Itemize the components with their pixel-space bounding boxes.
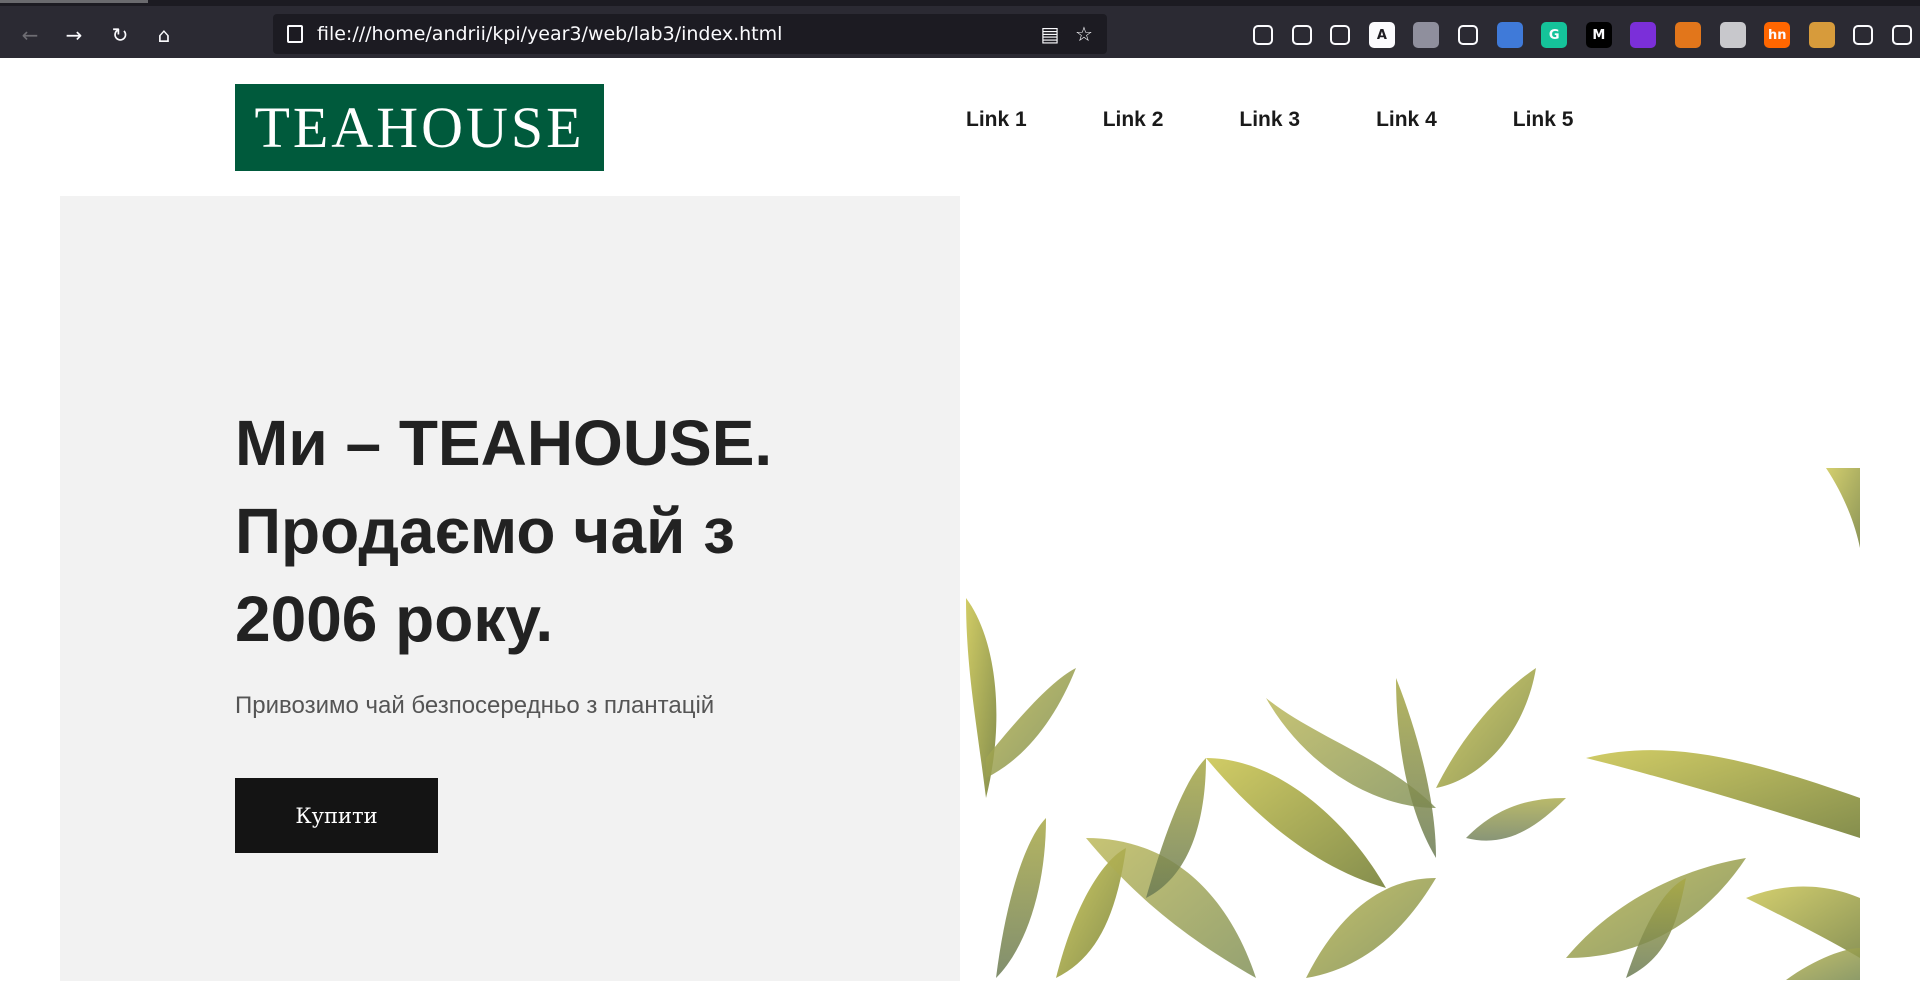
- bookmark-star-icon[interactable]: ☆: [1073, 22, 1095, 46]
- hackernews-icon[interactable]: hn: [1764, 22, 1791, 48]
- grammarly-icon[interactable]: G: [1541, 22, 1568, 48]
- menu-icon[interactable]: [1892, 25, 1912, 45]
- notes-icon[interactable]: [1719, 22, 1746, 48]
- hero-subtitle: Привозимо чай безпосередньо з плантацій: [235, 692, 715, 719]
- pocket-icon[interactable]: [1253, 25, 1274, 45]
- home-icon[interactable]: ⌂: [148, 19, 180, 51]
- forward-icon[interactable]: →: [58, 19, 90, 51]
- sidebar-icon[interactable]: [1330, 25, 1351, 45]
- page-icon: [287, 25, 303, 43]
- library-icon[interactable]: [1291, 25, 1312, 45]
- buy-button[interactable]: Купити: [235, 778, 438, 853]
- browser-toolbar: ← → ↻ ⌂ file:///home/andrii/kpi/year3/we…: [0, 0, 1920, 58]
- tab-indicator: [0, 0, 148, 3]
- extensions-toolbar: A G Mhn: [1235, 20, 1912, 50]
- reader-view-icon[interactable]: ▤: [1039, 22, 1061, 46]
- extensions-icon[interactable]: [1853, 25, 1874, 45]
- tea-leaves-illustration: [966, 468, 1860, 980]
- nav-link-5[interactable]: Link 5: [1513, 108, 1574, 132]
- nav-link-1[interactable]: Link 1: [966, 108, 1027, 132]
- logo[interactable]: TEAHOUSE: [235, 84, 604, 171]
- lock-ext-icon[interactable]: [1458, 25, 1479, 45]
- reload-icon[interactable]: ↻: [104, 19, 136, 51]
- nav-link-2[interactable]: Link 2: [1103, 108, 1164, 132]
- globe-icon[interactable]: [1413, 22, 1440, 48]
- medium-icon[interactable]: M: [1585, 22, 1612, 48]
- account-icon[interactable]: A: [1368, 22, 1395, 48]
- back-icon[interactable]: ←: [14, 19, 46, 51]
- nav-link-4[interactable]: Link 4: [1376, 108, 1437, 132]
- ghost-icon[interactable]: [1630, 22, 1657, 48]
- main-nav: Link 1 Link 2 Link 3 Link 4 Link 5: [966, 108, 1649, 132]
- hero-panel: Ми – TEAHOUSE. Продаємо чай з 2006 року.…: [60, 196, 960, 981]
- headline-line-1: Ми – TEAHOUSE.: [235, 407, 773, 479]
- headline-line-3: 2006 року.: [235, 583, 554, 655]
- page-viewport: TEAHOUSE Link 1 Link 2 Link 3 Link 4 Lin…: [0, 58, 1920, 998]
- logo-text: TEAHOUSE: [254, 95, 585, 160]
- url-text[interactable]: file:///home/andrii/kpi/year3/web/lab3/i…: [317, 23, 1039, 45]
- metamask-icon[interactable]: [1675, 22, 1702, 48]
- headline-line-2: Продаємо чай з: [235, 495, 735, 567]
- hero-headline: Ми – TEAHOUSE. Продаємо чай з 2006 року.: [235, 399, 855, 663]
- url-bar[interactable]: file:///home/andrii/kpi/year3/web/lab3/i…: [273, 14, 1107, 54]
- hero-image: [966, 198, 1860, 980]
- cookie-icon[interactable]: [1808, 22, 1835, 48]
- save-icon[interactable]: [1496, 22, 1523, 48]
- nav-link-3[interactable]: Link 3: [1239, 108, 1300, 132]
